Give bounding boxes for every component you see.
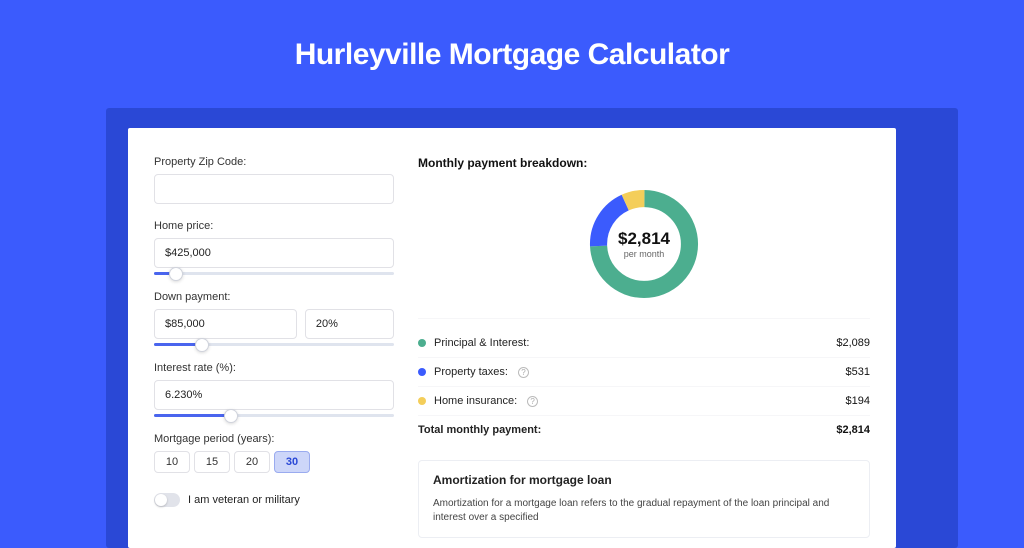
interest-slider[interactable] [154, 414, 394, 417]
breakdown-column: Monthly payment breakdown: $2,814 per mo… [418, 156, 870, 520]
interest-input[interactable] [154, 380, 394, 410]
legend-item-principal: Principal & Interest: $2,089 [418, 329, 870, 358]
calculator-card: Property Zip Code: Home price: Down paym… [128, 128, 896, 548]
down-payment-group: Down payment: [154, 291, 394, 346]
veteran-toggle[interactable] [154, 493, 180, 507]
donut-amount: $2,814 [618, 229, 670, 249]
legend-label: Home insurance: [434, 395, 517, 407]
legend-value: $2,089 [836, 337, 870, 349]
period-options: 10 15 20 30 [154, 451, 394, 473]
amortization-text: Amortization for a mortgage loan refers … [433, 497, 855, 525]
donut-wrap: $2,814 per month [418, 180, 870, 319]
total-label: Total monthly payment: [418, 424, 541, 436]
period-option-10[interactable]: 10 [154, 451, 190, 473]
home-price-input[interactable] [154, 238, 394, 268]
slider-thumb[interactable] [195, 338, 209, 352]
legend-value: $194 [846, 395, 870, 407]
slider-thumb[interactable] [169, 267, 183, 281]
zip-label: Property Zip Code: [154, 156, 394, 168]
veteran-label: I am veteran or military [188, 494, 300, 506]
home-price-group: Home price: [154, 220, 394, 275]
home-price-label: Home price: [154, 220, 394, 232]
donut-chart: $2,814 per month [584, 184, 704, 304]
zip-input[interactable] [154, 174, 394, 204]
legend-dot-icon [418, 368, 426, 376]
amortization-title: Amortization for mortgage loan [433, 473, 855, 487]
breakdown-title: Monthly payment breakdown: [418, 156, 870, 170]
legend-dot-icon [418, 397, 426, 405]
veteran-row: I am veteran or military [154, 493, 394, 507]
down-payment-label: Down payment: [154, 291, 394, 303]
legend-total-row: Total monthly payment: $2,814 [418, 416, 870, 444]
interest-group: Interest rate (%): [154, 362, 394, 417]
page-title: Hurleyville Mortgage Calculator [0, 0, 1024, 72]
interest-label: Interest rate (%): [154, 362, 394, 374]
info-icon[interactable]: ? [527, 396, 538, 407]
legend-value: $531 [846, 366, 870, 378]
down-payment-input[interactable] [154, 309, 297, 339]
zip-group: Property Zip Code: [154, 156, 394, 204]
inputs-column: Property Zip Code: Home price: Down paym… [154, 156, 394, 520]
amortization-box: Amortization for mortgage loan Amortizat… [418, 460, 870, 538]
period-option-15[interactable]: 15 [194, 451, 230, 473]
legend-label: Principal & Interest: [434, 337, 529, 349]
period-option-30[interactable]: 30 [274, 451, 310, 473]
legend-item-insurance: Home insurance: ? $194 [418, 387, 870, 416]
slider-thumb[interactable] [224, 409, 238, 423]
home-price-slider[interactable] [154, 272, 394, 275]
donut-center: $2,814 per month [584, 184, 704, 304]
donut-per-label: per month [624, 249, 665, 259]
period-group: Mortgage period (years): 10 15 20 30 [154, 433, 394, 473]
legend-dot-icon [418, 339, 426, 347]
period-label: Mortgage period (years): [154, 433, 394, 445]
legend-item-taxes: Property taxes: ? $531 [418, 358, 870, 387]
period-option-20[interactable]: 20 [234, 451, 270, 473]
info-icon[interactable]: ? [518, 367, 529, 378]
down-payment-slider[interactable] [154, 343, 394, 346]
toggle-knob [155, 494, 167, 506]
legend-list: Principal & Interest: $2,089 Property ta… [418, 329, 870, 444]
total-value: $2,814 [836, 424, 870, 436]
down-payment-pct-input[interactable] [305, 309, 394, 339]
legend-label: Property taxes: [434, 366, 508, 378]
